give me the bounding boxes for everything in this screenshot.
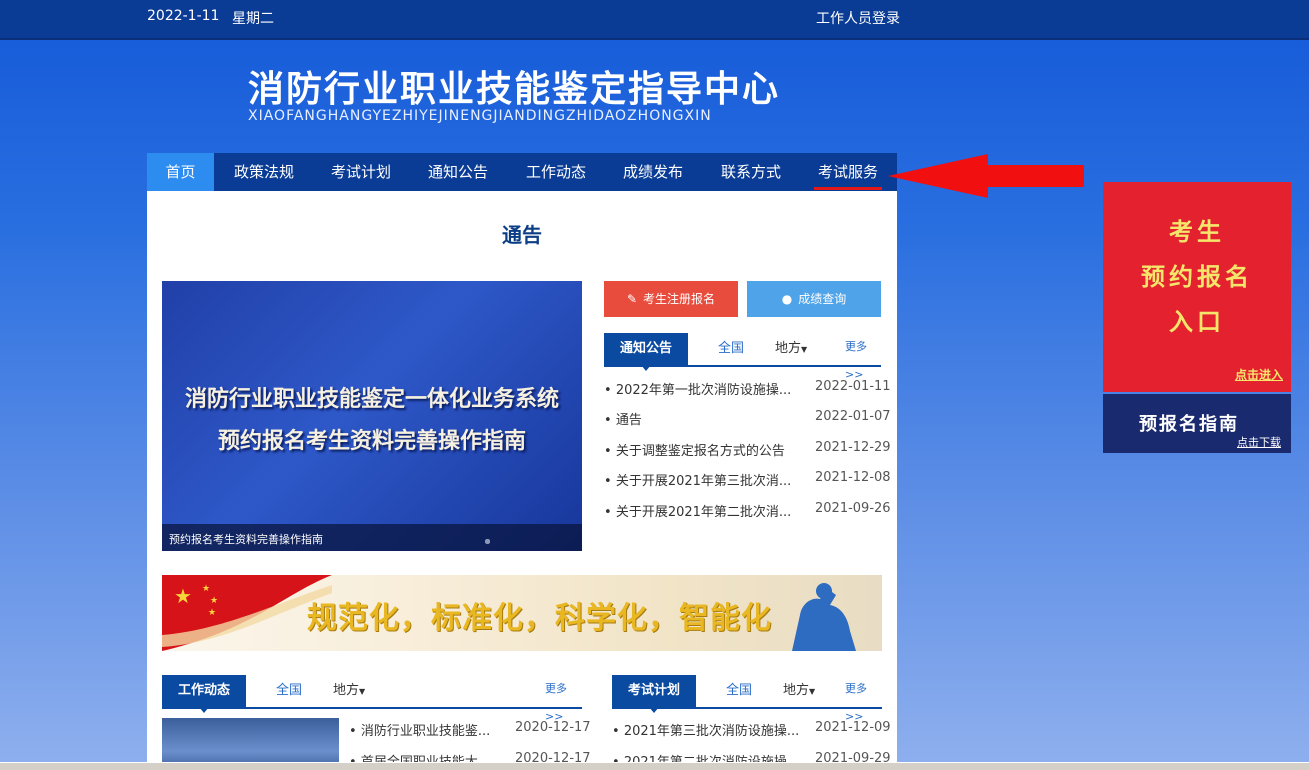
svg-text:★: ★ bbox=[210, 596, 218, 606]
item-title[interactable]: 消防行业职业技能鉴... bbox=[361, 724, 490, 739]
ad-line-1: 考生 bbox=[1169, 218, 1225, 246]
item-title[interactable]: 关于开展2021年第二批次消... bbox=[616, 505, 791, 520]
item-title[interactable]: 2021年第三批次消防设施操... bbox=[624, 724, 799, 739]
svg-text:★: ★ bbox=[208, 608, 216, 618]
notices-tabbar: 通知公告 全国 地方▼ 更多>> bbox=[604, 333, 881, 381]
item-date: 2021-12-29 bbox=[815, 440, 891, 455]
tab-local[interactable]: 地方▼ bbox=[775, 333, 807, 365]
tab-local-label: 地方 bbox=[775, 341, 802, 356]
nav-item-home[interactable]: 首页 bbox=[147, 153, 214, 191]
score-query-label: 成绩查询 bbox=[798, 292, 847, 306]
item-title[interactable]: 通告 bbox=[616, 413, 642, 428]
item-date: 2021-09-26 bbox=[815, 501, 891, 516]
list-item[interactable]: • 消防行业职业技能鉴... 2020-12-17 bbox=[349, 720, 591, 751]
pre-registration-guide[interactable]: 预报名指南 点击下载 bbox=[1103, 394, 1291, 453]
slogan-banner: ★ ★ ★ ★ 规范化，标准化，科学化，智能化 bbox=[162, 575, 882, 651]
tab-local[interactable]: 地方▼ bbox=[333, 675, 365, 707]
banner-headline-2: 预约报名考生资料完善操作指南 bbox=[217, 429, 526, 454]
item-title[interactable]: 2022年第一批次消防设施操... bbox=[616, 383, 791, 398]
tab-national[interactable]: 全国 bbox=[718, 333, 744, 365]
edit-icon: ✎ bbox=[626, 292, 638, 306]
item-title[interactable]: 关于开展2021年第三批次消... bbox=[616, 474, 791, 489]
item-date: 2020-12-17 bbox=[515, 720, 591, 735]
tab-exam-plan[interactable]: 考试计划 bbox=[612, 675, 696, 713]
list-item[interactable]: • 2022年第一批次消防设施操... 2022-01-11 bbox=[604, 379, 891, 410]
register-label: 考生注册报名 bbox=[643, 292, 716, 306]
guide-title: 预报名指南 bbox=[1139, 414, 1239, 435]
badge-icon: ● bbox=[781, 292, 793, 306]
slogan-text: 规范化，标准化，科学化，智能化 bbox=[307, 601, 772, 636]
banner-caption-bar: 预约报名考生资料完善操作指南 bbox=[162, 524, 582, 551]
nav-item-contact[interactable]: 联系方式 bbox=[711, 153, 791, 191]
item-title[interactable]: 关于调整鉴定报名方式的公告 bbox=[616, 444, 785, 459]
current-weekday: 星期二 bbox=[232, 11, 274, 27]
staff-login-link[interactable]: 工作人员登录 bbox=[816, 8, 900, 28]
tab-notices-label: 通知公告 bbox=[619, 341, 672, 356]
top-bar: 2022-1-11 星期二 工作人员登录 bbox=[0, 0, 1309, 40]
caret-down-icon: ▼ bbox=[801, 345, 808, 354]
tab-work-news[interactable]: 工作动态 bbox=[162, 675, 246, 713]
tab-local-label: 地方 bbox=[333, 683, 360, 698]
list-item[interactable]: • 关于开展2021年第二批次消... 2021-09-26 bbox=[604, 501, 891, 532]
plan-tabbar: 考试计划 全国 地方▼ 更多>> bbox=[612, 675, 882, 723]
tab-national[interactable]: 全国 bbox=[276, 675, 302, 707]
nav-item-work-news[interactable]: 工作动态 bbox=[516, 153, 596, 191]
tab-local-label: 地方 bbox=[783, 683, 810, 698]
guide-download-link[interactable]: 点击下载 bbox=[1237, 434, 1281, 450]
svg-text:★: ★ bbox=[202, 584, 210, 594]
slide-dot[interactable] bbox=[485, 539, 490, 544]
list-item[interactable]: • 2021年第三批次消防设施操... 2021-12-09 bbox=[612, 720, 891, 751]
annotation-arrow-icon bbox=[888, 154, 1084, 198]
item-date: 2021-12-09 bbox=[815, 720, 891, 735]
nav-item-exam-service[interactable]: 考试服务 bbox=[814, 153, 882, 190]
firefighter-silhouette-icon bbox=[792, 583, 856, 651]
notice-title[interactable]: 通告 bbox=[147, 219, 897, 248]
work-tabbar: 工作动态 全国 地方▼ 更多>> bbox=[162, 675, 582, 723]
slideshow-banner[interactable]: 消防行业职业技能鉴定一体化业务系统 预约报名考生资料完善操作指南 预约报名考生资… bbox=[162, 281, 582, 551]
item-date: 2022-01-11 bbox=[815, 379, 891, 394]
item-date: 2022-01-07 bbox=[815, 409, 891, 424]
tab-local[interactable]: 地方▼ bbox=[783, 675, 815, 707]
tab-work-label: 工作动态 bbox=[177, 683, 230, 698]
list-item[interactable]: • 通告 2022-01-07 bbox=[604, 409, 891, 440]
ad-line-3: 入口 bbox=[1169, 308, 1225, 336]
nav-item-exam-plan[interactable]: 考试计划 bbox=[321, 153, 401, 191]
caret-down-icon: ▼ bbox=[359, 687, 366, 696]
tab-national[interactable]: 全国 bbox=[726, 675, 752, 707]
banner-headline-1: 消防行业职业技能鉴定一体化业务系统 bbox=[184, 387, 559, 412]
current-date: 2022-1-11 bbox=[147, 8, 220, 24]
banner-caption[interactable]: 预约报名考生资料完善操作指南 bbox=[169, 531, 323, 547]
candidate-registration-ad[interactable]: 考生 预约报名 入口 点击进入 bbox=[1103, 182, 1291, 392]
list-item[interactable]: • 关于调整鉴定报名方式的公告 2021-12-29 bbox=[604, 440, 891, 471]
list-item[interactable]: • 关于开展2021年第三批次消... 2021-12-08 bbox=[604, 470, 891, 501]
register-button[interactable]: ✎ 考生注册报名 bbox=[604, 281, 738, 317]
item-date: 2021-12-08 bbox=[815, 470, 891, 485]
main-nav: 首页 政策法规 考试计划 通知公告 工作动态 成绩发布 联系方式 考试服务 bbox=[147, 153, 897, 191]
nav-item-policy[interactable]: 政策法规 bbox=[224, 153, 304, 191]
nav-item-results[interactable]: 成绩发布 bbox=[613, 153, 693, 191]
tab-plan-label: 考试计划 bbox=[627, 683, 680, 698]
site-title: 消防行业职业技能鉴定指导中心 bbox=[248, 69, 781, 110]
score-query-button[interactable]: ● 成绩查询 bbox=[747, 281, 881, 317]
caret-down-icon: ▼ bbox=[809, 687, 816, 696]
main-content: 通告 消防行业职业技能鉴定一体化业务系统 预约报名考生资料完善操作指南 预约报名… bbox=[147, 191, 897, 769]
ad-enter-link[interactable]: 点击进入 bbox=[1235, 366, 1283, 383]
nav-item-notices[interactable]: 通知公告 bbox=[418, 153, 498, 191]
svg-text:★: ★ bbox=[174, 584, 192, 608]
site-subtitle-pinyin: XIAOFANGHANGYEZHIYEJINENGJIANDINGZHIDAOZ… bbox=[248, 108, 712, 124]
ad-line-2: 预约报名 bbox=[1141, 263, 1253, 291]
tab-notices[interactable]: 通知公告 bbox=[604, 333, 688, 371]
